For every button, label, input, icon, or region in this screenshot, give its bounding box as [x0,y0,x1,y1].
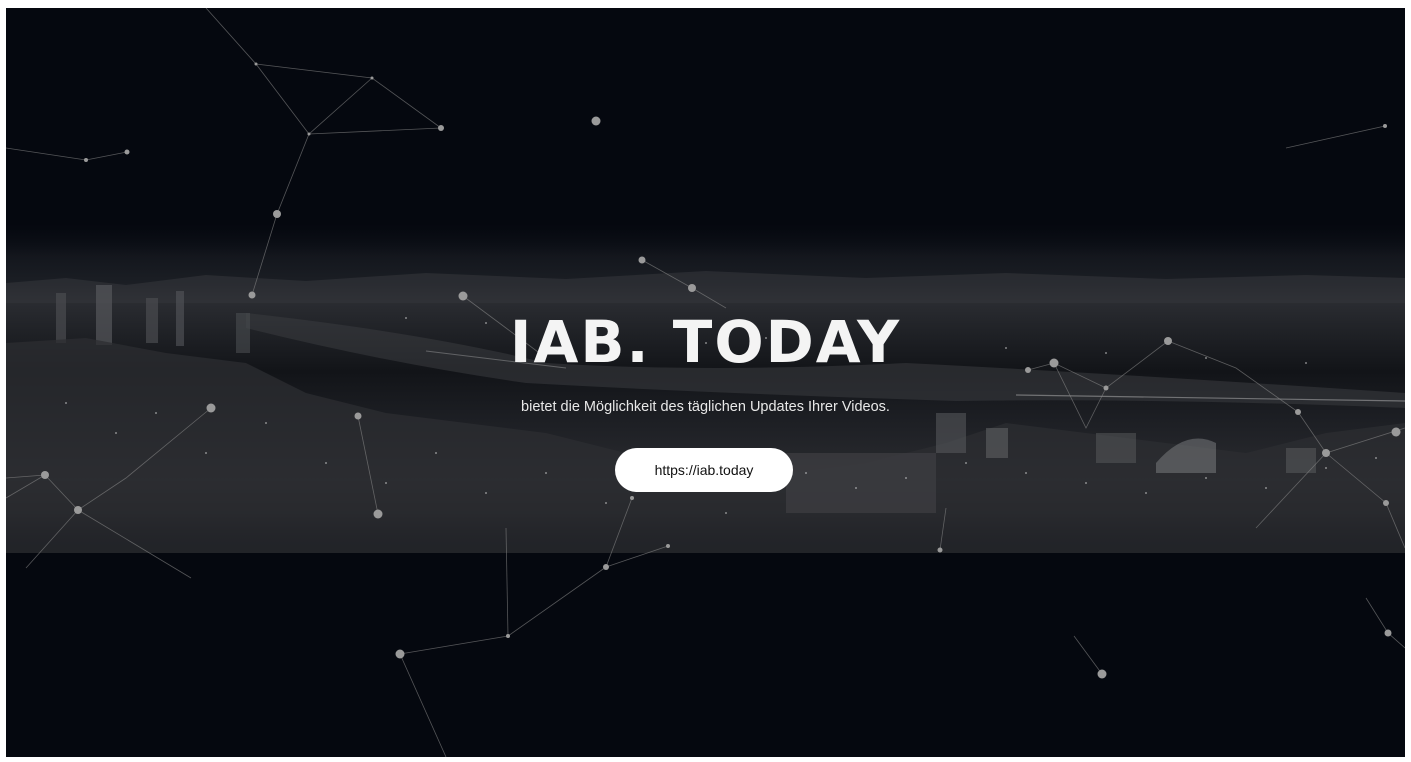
page-title: IAB. TODAY [509,308,902,376]
hero-banner: IAB. TODAY bietet die Möglichkeit des tä… [6,8,1405,757]
page-subtitle: bietet die Möglichkeit des täglichen Upd… [521,399,890,415]
city-skyline-graphic [6,271,1405,553]
page: IAB. TODAY bietet die Möglichkeit des tä… [0,0,1411,762]
website-link-button[interactable]: https://iab.today [615,448,793,492]
city-skyline-image [6,223,1405,553]
